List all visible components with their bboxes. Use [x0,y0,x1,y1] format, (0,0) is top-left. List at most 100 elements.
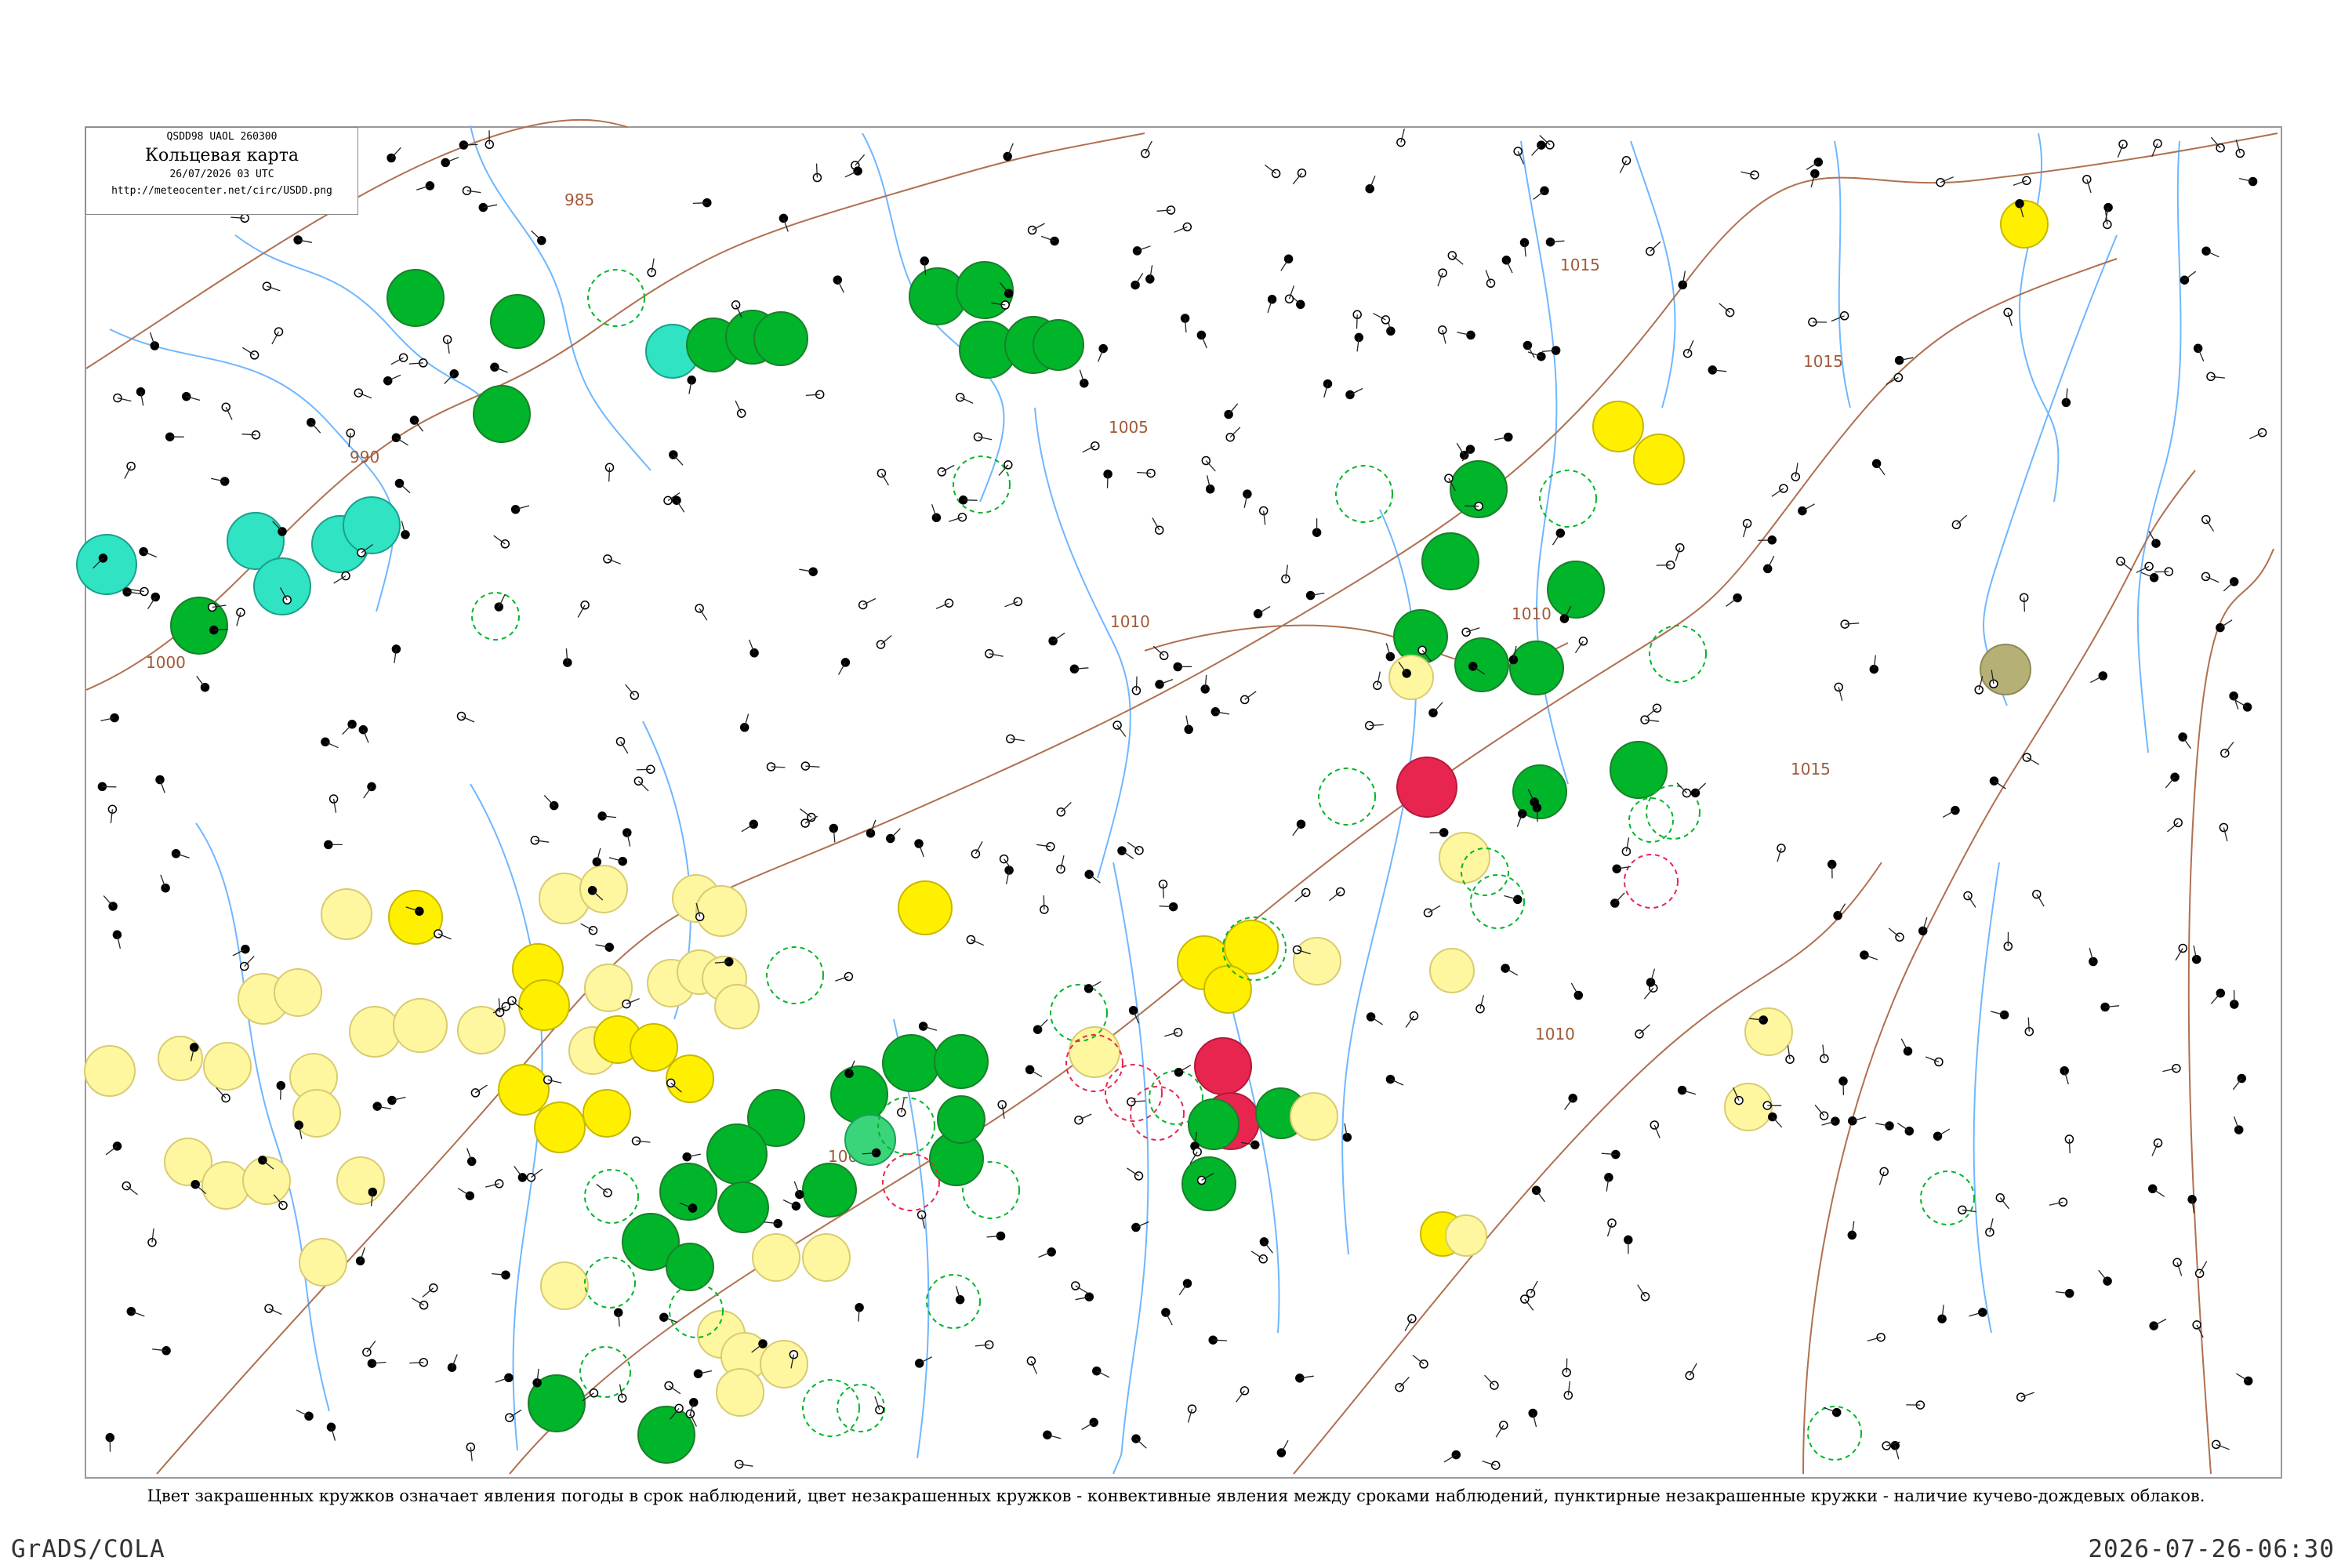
wind-barb [2024,597,2026,612]
station-circle[interactable] [1439,832,1490,884]
wind-barb [1356,314,1358,329]
station-circle[interactable] [937,1095,985,1144]
wind-barb [1135,676,1138,691]
station-circle[interactable] [76,534,137,595]
station-circle[interactable] [630,1023,678,1072]
station-circle[interactable] [1388,655,1434,700]
station-circle[interactable] [1980,644,2031,695]
station-circle[interactable] [321,888,372,940]
footer-timestamp: 2026-07-26-06:30 [2088,1535,2335,1563]
isobar-label: 990 [350,448,379,466]
wind-barb [815,163,818,178]
isobar-label: 1015 [1803,352,1843,371]
station-circle[interactable] [659,1163,717,1221]
map-url[interactable]: http://meteocenter.net/circ/USDD.png [86,185,358,197]
station-circle[interactable] [1033,319,1084,371]
wind-barb [636,768,651,771]
wind-barb [1213,1339,1228,1341]
station-circle[interactable] [242,1156,291,1205]
station-circle[interactable] [830,1065,888,1123]
station-circle[interactable] [1547,561,1605,619]
station-circle[interactable] [583,1089,631,1138]
station-circle[interactable] [349,1006,401,1058]
station-circle[interactable] [1188,1098,1240,1150]
station-circle[interactable] [1194,1037,1252,1095]
station-circle[interactable] [158,1036,203,1081]
station-circle[interactable] [898,880,953,935]
station-circle[interactable] [201,1161,250,1210]
footer-software: GrADS/COLA [11,1535,165,1563]
isobar-label: 1010 [1535,1025,1575,1044]
station-circle[interactable] [706,1123,768,1185]
isobar-label: 985 [564,191,594,209]
isobar-label: 1010 [1512,604,1552,623]
station-circle[interactable] [1429,948,1475,993]
station-circle[interactable] [579,865,628,913]
station-circle[interactable] [518,979,570,1031]
wind-barb [1566,1358,1568,1373]
station-circle[interactable] [802,1163,857,1218]
wind-barb [771,766,786,768]
station-circle[interactable] [253,557,311,615]
station-dot [113,393,122,403]
station-circle[interactable] [388,890,443,945]
station-circle[interactable] [802,1233,851,1282]
wind-barb [2068,1138,2071,1154]
station-circle[interactable] [934,1034,989,1089]
station-circle[interactable] [716,1368,764,1417]
station-circle[interactable] [203,1042,252,1091]
station-circle[interactable] [882,1034,940,1092]
station-circle[interactable] [387,269,445,327]
bulletin-code: QSDD98 UAOL 260300 [166,131,278,143]
map-legend-box: QSDD98 UAOL 260300 Кольцевая карта 26/07… [85,127,358,215]
map-title: Кольцевая карта [144,146,299,165]
wind-barb [608,467,611,482]
station-circle[interactable] [844,1114,896,1166]
station-circle[interactable] [1633,434,1685,485]
station-circle[interactable] [753,311,808,366]
station-circle[interactable] [274,968,322,1017]
station-circle[interactable] [490,294,545,349]
station-circle[interactable] [1509,641,1564,695]
wind-barb [1162,884,1164,898]
station-circle[interactable] [1610,741,1668,799]
synoptic-map: 985 990 1000 1005 1010 1010 1015 1015 10… [76,118,2282,1479]
station-circle[interactable] [1181,1156,1236,1211]
station-circle[interactable] [299,1238,347,1287]
station-circle[interactable] [695,885,747,937]
wind-barb [102,786,117,788]
station-circle[interactable] [666,1054,714,1103]
map-date: 26/07/2026 03 UTC [169,169,274,180]
station-circle[interactable] [956,261,1014,319]
station-circle[interactable] [540,1261,589,1310]
station-circle[interactable] [1203,965,1252,1014]
station-circle[interactable] [1290,1092,1338,1141]
isobar-label: 1015 [1791,760,1831,779]
station-circle[interactable] [393,998,448,1053]
station-circle[interactable] [1293,937,1341,985]
station-circle[interactable] [473,385,531,443]
wind-barb [692,201,707,205]
station-circle[interactable] [336,1156,385,1205]
map-caption: Цвет закрашенных кружков означает явлени… [147,1486,2205,1505]
station-dot [795,1189,804,1200]
station-circle[interactable] [1744,1007,1793,1056]
station-circle[interactable] [1454,637,1509,692]
station-circle[interactable] [2000,200,2049,249]
station-circle[interactable] [666,1243,714,1291]
station-circle[interactable] [1393,609,1448,664]
wind-barb [1159,906,1174,908]
station-circle[interactable] [534,1102,586,1153]
station-circle[interactable] [760,1340,808,1388]
wind-barb [1106,474,1109,488]
wind-barb [463,143,478,146]
station-circle[interactable] [752,1233,800,1282]
station-circle[interactable] [1592,401,1644,452]
station-circle[interactable] [1445,1214,1487,1257]
station-circle[interactable] [717,1181,769,1233]
station-circle[interactable] [498,1064,550,1116]
station-circle[interactable] [714,984,760,1029]
station-circle[interactable] [1396,757,1457,818]
station-circle[interactable] [1421,532,1479,590]
station-circle[interactable] [84,1045,136,1097]
